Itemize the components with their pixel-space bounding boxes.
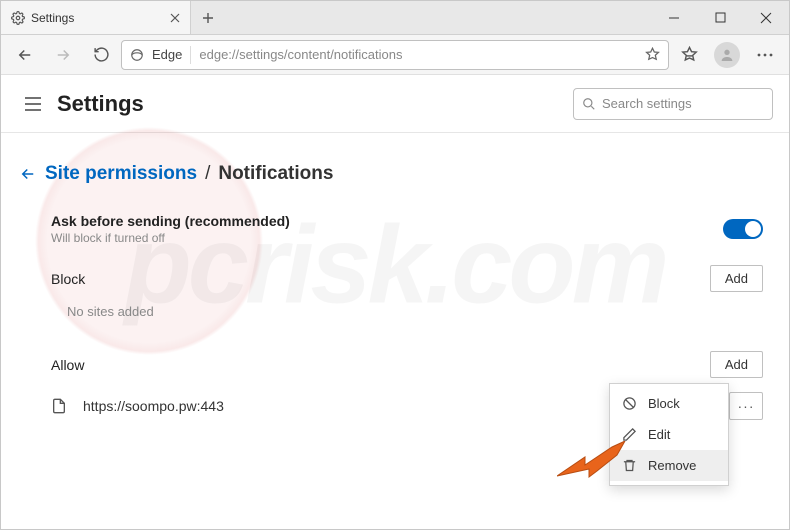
url-box[interactable]: Edge edge://settings/content/notificatio… — [121, 40, 669, 70]
forward-button[interactable] — [45, 37, 81, 73]
ask-label: Ask before sending (recommended) — [51, 213, 290, 229]
site-more-button[interactable]: ··· — [729, 392, 763, 420]
allow-add-button[interactable]: Add — [710, 351, 763, 378]
breadcrumb-back-icon[interactable] — [19, 165, 37, 183]
breadcrumb-parent[interactable]: Site permissions — [45, 163, 197, 185]
gear-icon — [11, 11, 25, 25]
breadcrumb: Site permissions / Notifications — [19, 163, 771, 185]
favorites-button[interactable] — [671, 37, 707, 73]
page-title: Settings — [57, 91, 144, 117]
browser-tab[interactable]: Settings — [1, 1, 191, 34]
breadcrumb-current: Notifications — [218, 163, 333, 185]
context-remove[interactable]: Remove — [610, 450, 728, 481]
search-placeholder: Search settings — [602, 96, 692, 111]
block-add-button[interactable]: Add — [710, 265, 763, 292]
new-tab-button[interactable] — [191, 1, 225, 34]
search-icon — [582, 97, 596, 111]
ask-sub: Will block if turned off — [51, 231, 290, 245]
block-icon — [622, 396, 638, 411]
context-edit[interactable]: Edit — [610, 419, 728, 450]
window-controls — [651, 1, 789, 34]
profile-button[interactable] — [709, 37, 745, 73]
ask-toggle[interactable] — [723, 219, 763, 239]
url-scheme-label: Edge — [152, 47, 182, 62]
allow-section: Allow Add — [51, 337, 763, 384]
close-tab-icon[interactable] — [170, 13, 180, 23]
refresh-button[interactable] — [83, 37, 119, 73]
close-window-button[interactable] — [743, 1, 789, 34]
toggle-knob — [745, 221, 761, 237]
context-menu: Block Edit Remove — [609, 383, 729, 486]
breadcrumb-separator: / — [205, 163, 210, 185]
avatar-icon — [714, 42, 740, 68]
allow-title: Allow — [51, 357, 84, 373]
context-edit-label: Edit — [648, 427, 670, 442]
file-icon — [51, 397, 73, 415]
block-section: Block Add — [51, 251, 763, 298]
address-bar: Edge edge://settings/content/notificatio… — [1, 35, 789, 75]
block-title: Block — [51, 271, 85, 287]
tab-title: Settings — [31, 11, 164, 25]
window-titlebar: Settings — [1, 1, 789, 35]
url-text: edge://settings/content/notifications — [199, 47, 637, 62]
context-block-label: Block — [648, 396, 680, 411]
favorite-icon[interactable] — [645, 47, 660, 62]
edge-icon — [130, 48, 144, 62]
ask-before-sending-row: Ask before sending (recommended) Will bl… — [51, 207, 763, 251]
arrow-annotation — [557, 441, 627, 491]
block-empty-text: No sites added — [51, 298, 763, 319]
page-header: Settings Search settings — [1, 75, 789, 133]
context-block[interactable]: Block — [610, 388, 728, 419]
context-remove-label: Remove — [648, 458, 696, 473]
more-button[interactable] — [747, 37, 783, 73]
edit-icon — [622, 427, 638, 442]
minimize-button[interactable] — [651, 1, 697, 34]
maximize-button[interactable] — [697, 1, 743, 34]
url-divider — [190, 46, 191, 64]
menu-button[interactable] — [17, 97, 49, 111]
back-button[interactable] — [7, 37, 43, 73]
search-settings-input[interactable]: Search settings — [573, 88, 773, 120]
